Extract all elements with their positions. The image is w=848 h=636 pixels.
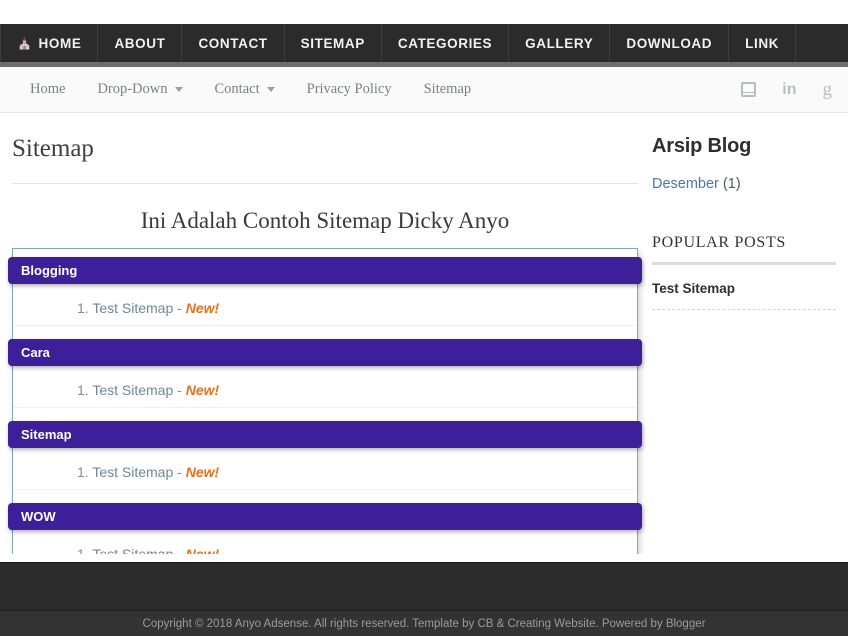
secondary-navigation: Home Drop-Down Contact Privacy Policy Si… (0, 67, 848, 113)
nav-item-label: ABOUT (114, 36, 165, 51)
nav-item-label: GALLERY (525, 36, 593, 51)
subnav-item-label: Home (30, 81, 65, 98)
nav-item-label: CATEGORIES (398, 36, 492, 51)
google-plus-icon[interactable]: g (823, 80, 833, 99)
page-title: Sitemap (12, 113, 638, 183)
popular-divider (652, 262, 836, 265)
subnav-item-home[interactable]: Home (14, 81, 81, 98)
sitemap-box: Blogging 1. Test Sitemap - New! Cara 1. … (12, 248, 638, 598)
nav-item-categories[interactable]: CATEGORIES (382, 24, 509, 62)
chevron-down-icon (267, 87, 275, 92)
nav-item-label: HOME (39, 36, 82, 51)
nav-item-download[interactable]: DOWNLOAD (610, 24, 729, 62)
subnav-item-label: Sitemap (424, 81, 472, 98)
category-header-blogging[interactable]: Blogging (8, 257, 642, 284)
sidebar-archive-title: Arsip Blog (652, 113, 836, 176)
subnav-item-label: Contact (215, 81, 260, 98)
popular-post-item[interactable]: Test Sitemap (652, 281, 836, 310)
nav-item-home[interactable]: ⛪ HOME (0, 24, 98, 62)
nav-item-label: LINK (745, 36, 779, 51)
nav-item-label: DOWNLOAD (626, 36, 712, 51)
nav-filler (796, 24, 848, 62)
footer-main-area (0, 562, 848, 610)
nav-item-gallery[interactable]: GALLERY (509, 24, 610, 62)
sidebar-archive-item[interactable]: Desember (1) (652, 176, 836, 222)
entry-number: 1. (77, 300, 89, 316)
category-list-sitemap: 1. Test Sitemap - New! (13, 448, 637, 490)
linkedin-icon[interactable]: in (782, 82, 796, 98)
entry-link[interactable]: Test Sitemap (92, 382, 173, 398)
subnav-item-sitemap[interactable]: Sitemap (408, 81, 488, 98)
entry-link[interactable]: Test Sitemap (92, 300, 173, 316)
sitemap-heading: Ini Adalah Contoh Sitemap Dicky Anyo (12, 208, 638, 248)
entry-link[interactable]: Test Sitemap (92, 464, 173, 480)
nav-item-label: CONTACT (198, 36, 267, 51)
main-content-column: Sitemap Ini Adalah Contoh Sitemap Dicky … (12, 113, 638, 628)
sitemap-entry: 1. Test Sitemap - New! (13, 448, 637, 490)
subnav-item-drop-down[interactable]: Drop-Down (81, 81, 198, 98)
youtube-icon[interactable] (741, 82, 756, 97)
entry-new-badge: New! (186, 464, 219, 480)
sitemap-entry: 1. Test Sitemap - New! (13, 284, 637, 326)
chevron-down-icon (175, 87, 183, 92)
footer: Copyright © 2018 Anyo Adsense. All right… (0, 554, 848, 636)
entry-new-badge: New! (186, 382, 219, 398)
title-divider (12, 183, 638, 184)
social-links: in g (741, 80, 834, 99)
archive-month-label: Desember (652, 176, 719, 192)
footer-copyright: Copyright © 2018 Anyo Adsense. All right… (143, 618, 706, 630)
category-list-cara: 1. Test Sitemap - New! (13, 366, 637, 408)
category-header-sitemap[interactable]: Sitemap (8, 421, 642, 448)
category-header-wow[interactable]: WOW (8, 503, 642, 530)
sidebar: Arsip Blog Desember (1) POPULAR POSTS Te… (638, 113, 836, 628)
entry-new-badge: New! (186, 300, 219, 316)
nav-item-sitemap[interactable]: SITEMAP (285, 24, 382, 62)
secondary-nav-links: Home Drop-Down Contact Privacy Policy Si… (14, 81, 487, 98)
nav-item-link[interactable]: LINK (729, 24, 796, 62)
entry-separator: - (177, 464, 182, 480)
footer-bottom-bar: Copyright © 2018 Anyo Adsense. All right… (0, 610, 848, 636)
archive-count: (1) (723, 176, 741, 192)
entry-separator: - (177, 382, 182, 398)
subnav-item-label: Drop-Down (97, 81, 167, 98)
category-list-blogging: 1. Test Sitemap - New! (13, 284, 637, 326)
nav-item-about[interactable]: ABOUT (98, 24, 182, 62)
subnav-item-privacy-policy[interactable]: Privacy Policy (291, 81, 408, 98)
subnav-item-contact[interactable]: Contact (199, 81, 291, 98)
home-icon: ⛪ (17, 37, 33, 49)
nav-item-contact[interactable]: CONTACT (182, 24, 284, 62)
footer-gap (0, 554, 848, 562)
subnav-item-label: Privacy Policy (307, 81, 392, 98)
sitemap-entry: 1. Test Sitemap - New! (13, 366, 637, 408)
entry-separator: - (177, 300, 182, 316)
category-header-cara[interactable]: Cara (8, 339, 642, 366)
page-body: Sitemap Ini Adalah Contoh Sitemap Dicky … (0, 113, 848, 628)
primary-navigation: ⛪ HOME ABOUT CONTACT SITEMAP CATEGORIES … (0, 24, 848, 62)
nav-item-label: SITEMAP (301, 36, 365, 51)
entry-number: 1. (77, 464, 89, 480)
sidebar-popular-title: POPULAR POSTS (652, 234, 836, 262)
top-white-strip (0, 0, 848, 24)
entry-number: 1. (77, 382, 89, 398)
